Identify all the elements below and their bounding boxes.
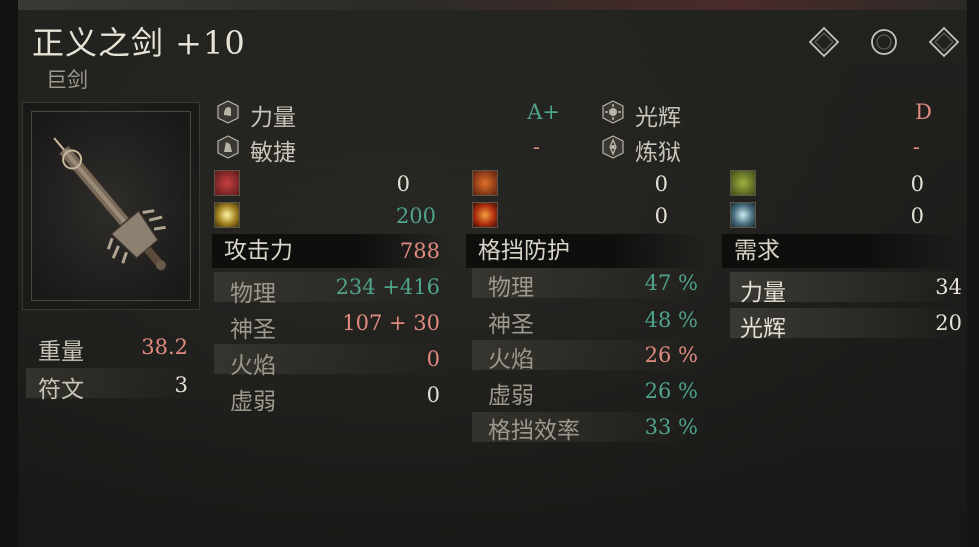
attack-label-holy: 神圣 <box>230 317 276 343</box>
top-border <box>0 0 979 10</box>
req-label-faith: 光辉 <box>740 316 786 342</box>
diamond-slot-icon <box>808 26 840 58</box>
attack-value-holy: 107 + 30 <box>342 311 440 335</box>
guard-value-holy: 48 % <box>644 308 698 332</box>
ornate-circle-slot-icon <box>871 29 897 55</box>
effect-value-poison: 0 <box>910 172 924 196</box>
runes-value: 3 <box>174 373 188 397</box>
attack-value-fire: 0 <box>426 347 440 371</box>
frost-icon <box>730 202 756 228</box>
item-detail-panel: 正义之剑 +10 巨剑 力量 A+ 敏捷 - 光辉 D 炼狱 - 0 0 0 2… <box>0 0 979 547</box>
runes-label: 符文 <box>38 377 84 403</box>
item-type: 巨剑 <box>46 68 88 92</box>
attack-label-weak: 虚弱 <box>230 389 276 415</box>
diamond-slot-icon-2 <box>928 26 960 58</box>
requirements-header: 需求 <box>722 234 962 268</box>
guard-value-weak: 26 % <box>644 379 698 403</box>
scaling-grade-dexterity: - <box>532 135 540 159</box>
req-value-faith: 20 <box>935 311 962 335</box>
scaling-label-faith: 光辉 <box>635 105 681 131</box>
strength-icon <box>217 100 239 124</box>
scaling-label-dexterity: 敏捷 <box>250 140 296 166</box>
right-border <box>967 0 979 547</box>
arcane-icon <box>602 135 624 159</box>
dexterity-icon <box>217 135 239 159</box>
effect-value-frost: 0 <box>910 204 924 228</box>
weight-value: 38.2 <box>141 335 188 359</box>
guard-value-boost: 33 % <box>644 415 698 439</box>
holy-light-icon <box>214 202 240 228</box>
guard-header: 格挡防护 <box>466 234 706 268</box>
guard-value-physical: 47 % <box>644 271 698 295</box>
weapon-portrait <box>22 102 200 310</box>
poison-icon <box>730 170 756 196</box>
item-name: 正义之剑 +10 <box>32 24 246 62</box>
attack-label-fire: 火焰 <box>230 353 276 379</box>
guard-label-weak: 虚弱 <box>488 383 534 409</box>
effect-value-explosion: 0 <box>654 204 668 228</box>
scaling-label-arcane: 炼狱 <box>635 140 681 166</box>
req-value-strength: 34 <box>935 275 962 299</box>
guard-label-boost: 格挡效率 <box>488 418 580 444</box>
attack-value-physical: 234 +416 <box>335 275 440 299</box>
attack-value-weak: 0 <box>426 383 440 407</box>
scaling-grade-faith: D <box>915 100 932 124</box>
guard-label-fire: 火焰 <box>488 347 534 373</box>
fire-icon <box>472 170 498 196</box>
effect-value-holy: 200 <box>395 204 436 228</box>
guard-value-fire: 26 % <box>644 343 698 367</box>
faith-icon <box>602 100 624 124</box>
guard-label-physical: 物理 <box>488 275 534 301</box>
explosion-icon <box>472 202 498 228</box>
greatsword-icon <box>53 137 166 271</box>
attack-total: 788 <box>399 239 440 263</box>
scaling-label-strength: 力量 <box>250 105 296 131</box>
effect-value-fire: 0 <box>654 172 668 196</box>
weight-label: 重量 <box>38 339 84 365</box>
bleed-icon <box>214 170 240 196</box>
scaling-grade-strength: A+ <box>527 100 560 124</box>
attack-label-physical: 物理 <box>230 281 276 307</box>
scaling-grade-arcane: - <box>912 135 920 159</box>
effect-value-bleed: 0 <box>396 172 410 196</box>
req-label-strength: 力量 <box>740 280 786 306</box>
guard-label-holy: 神圣 <box>488 312 534 338</box>
left-border <box>0 0 18 547</box>
